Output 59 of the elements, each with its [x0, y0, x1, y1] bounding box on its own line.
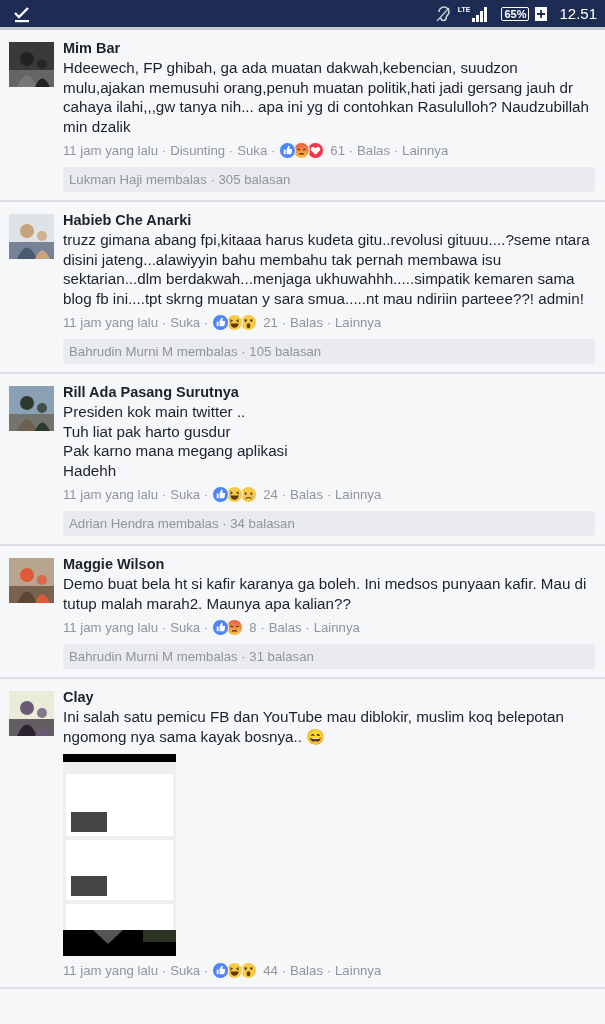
- like-reaction-icon: [279, 142, 297, 159]
- comment-time: 11 jam yang lalu ·: [63, 315, 167, 330]
- surprised-face-icon: [240, 314, 258, 331]
- heart-reaction-icon: [307, 142, 325, 159]
- commenter-name[interactable]: Mim Bar: [63, 40, 595, 56]
- comment-text: Presiden kok main twitter .. Tuh liat pak harto gusdur Pak karno mana megang aplikasi Hadehh: [63, 402, 289, 480]
- reaction-count[interactable]: 24 ·: [263, 487, 286, 502]
- reply-link[interactable]: Balas ·: [268, 620, 310, 635]
- reply-link[interactable]: Balas ·: [290, 315, 332, 330]
- comment-time: 11 jam yang lalu ·: [63, 487, 167, 502]
- comment-time: 11 jam yang lalu ·: [63, 963, 167, 978]
- clock: 12.51: [559, 5, 597, 22]
- more-link[interactable]: Lainnya: [335, 487, 382, 502]
- like-reaction-icon: [212, 314, 230, 331]
- more-link[interactable]: Lainnya: [335, 315, 382, 330]
- replies-bar[interactable]: Bahrudin Murni M membalas · 105 balasan: [63, 339, 595, 364]
- replies-bar[interactable]: Lukman Haji membalas · 305 balasan: [63, 167, 595, 192]
- like-reaction-icon: [212, 962, 230, 979]
- reaction-count[interactable]: 61 ·: [330, 143, 354, 158]
- comment-text: Demo buat bela ht si kafir karanya ga boleh. Ini medsos punyaan kafir. Mau di tutup malah marah2. Maunya apa kalian??: [63, 574, 588, 613]
- like-link[interactable]: Suka ·: [237, 143, 276, 158]
- like-link[interactable]: Suka ·: [170, 963, 209, 978]
- replies-bar[interactable]: Adrian Hendra membalas · 34 balasan: [63, 511, 595, 536]
- laughing-face-icon: [226, 486, 244, 503]
- sad-face-icon: [240, 486, 258, 503]
- reaction-count[interactable]: 44 ·: [263, 963, 286, 978]
- reply-link[interactable]: Balas ·: [290, 487, 332, 502]
- comment-text: Hdeewech, FP ghibah, ga ada muatan dakwah,kebencian, suudzon mulu,ajakan memusuhi orang,penuh muatan politik,hati jadi gersang jauh dr cahaya ilahi,,,gw tanya nih... apa ini yg di contohkan Rasululloh? Naudzubillah min dzalik: [63, 58, 590, 136]
- like-link[interactable]: Suka ·: [170, 620, 209, 635]
- comment-time: 11 jam yang lalu ·: [63, 620, 167, 635]
- reaction-count[interactable]: 21 ·: [263, 315, 286, 330]
- like-reaction-icon: [212, 486, 230, 503]
- commenter-name[interactable]: Clay: [63, 689, 595, 705]
- commenter-name[interactable]: Rill Ada Pasang Surutnya: [63, 384, 595, 400]
- reply-link[interactable]: Balas ·: [357, 143, 399, 158]
- angry-face-icon: [293, 142, 311, 159]
- more-link[interactable]: Lainnya: [402, 143, 449, 158]
- reaction-count[interactable]: 8 ·: [249, 620, 265, 635]
- like-link[interactable]: Suka ·: [170, 487, 209, 502]
- replies-bar[interactable]: Bahrudin Murni M membalas · 31 balasan: [63, 644, 595, 669]
- edited-label[interactable]: Disunting ·: [170, 143, 234, 158]
- like-link[interactable]: Suka ·: [170, 315, 209, 330]
- reply-link[interactable]: Balas ·: [290, 963, 332, 978]
- signal-icon: [471, 5, 488, 22]
- check-icon[interactable]: [12, 4, 32, 23]
- more-link[interactable]: Lainnya: [313, 620, 360, 635]
- laughing-face-icon: [226, 962, 244, 979]
- surprised-face-icon: [240, 962, 258, 979]
- comment-text: Ini salah satu pemicu FB dan YouTube mau diblokir, muslim koq belepotan ngomong nya sama kayak bosnya.. 😄: [63, 707, 565, 746]
- commenter-name[interactable]: Maggie Wilson: [63, 556, 595, 572]
- angry-face-icon: [226, 619, 244, 636]
- charging-plus-icon: [535, 6, 548, 21]
- like-reaction-icon: [212, 619, 230, 636]
- laughing-face-icon: [226, 314, 244, 331]
- comment-text: truzz gimana abang fpi,kitaaa harus kudeta gitu..revolusi gituuu....?seme ntara disini jateng...alawiyyin bahu membahu tak pernah membawa isu sektarian...dlm berdakwah...menjaga ukhuwahhh.....simpatik kemaren sama blog fb ini....tpt skrng muatan y sara smua.....nt mau ndiriin parteee??! admin!: [63, 230, 591, 308]
- battery-level: 65%: [501, 6, 530, 21]
- more-link[interactable]: Lainnya: [335, 963, 382, 978]
- commenter-name[interactable]: Habieb Che Anarki: [63, 212, 595, 228]
- comment-time: 11 jam yang lalu ·: [63, 143, 167, 158]
